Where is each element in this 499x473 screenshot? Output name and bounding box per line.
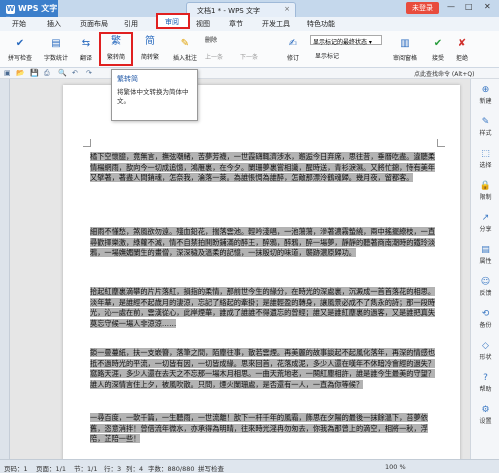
- status-zoom[interactable]: 100 %: [385, 463, 406, 471]
- redo-icon[interactable]: ↷: [86, 69, 92, 77]
- help-icon: ?: [483, 373, 488, 383]
- menu-chapter[interactable]: 章节: [229, 19, 243, 29]
- status-col: 列：4: [126, 465, 144, 473]
- sidepanel-new[interactable]: ⊕ 新建: [471, 85, 499, 105]
- sidepanel-help[interactable]: ? 帮助: [471, 373, 499, 393]
- reject-icon: ✘: [457, 38, 467, 49]
- simp-to-trad-icon: 简: [145, 36, 155, 47]
- paragraph-2[interactable]: 細雨不懂愁，煞風欲勿遠。殘血鉛花，揣落雲池。輕吟淺唱，一池蕩蕩，滲著濃霧蟄繞，兩…: [90, 227, 437, 259]
- review-ribbon: ✔ 拼写检查 ▤ 字数统计 ⇆ 翻译 繁繁转简 简简转繁 ✎ 插入批注 删除 上一条 下…: [0, 31, 499, 68]
- menu-references[interactable]: 引用: [124, 19, 138, 29]
- menu-insert[interactable]: 插入: [47, 19, 61, 29]
- markup-state-select[interactable]: 显示标记的最终状态 ▾: [310, 35, 382, 46]
- shape-icon: ◇: [482, 341, 489, 351]
- side-panel: ⊕ 新建 ✎ 样式 ⬚ 选择 🔒 限制 ↗ 分享 ▤ 属性 ☺ 反馈 ⟲ 备份 ◇ 形状 ? 帮助 …: [470, 79, 499, 459]
- status-pages: 页面：1/1: [36, 465, 66, 473]
- save-icon[interactable]: 💾: [30, 69, 39, 77]
- new-doc-icon: ⊕: [481, 85, 490, 95]
- minimize-button[interactable]: —: [447, 2, 455, 11]
- status-row: 行：3: [104, 465, 122, 473]
- paragraph-3[interactable]: 拾起紅塵裏滴攀的片片落紅，損指的柔情，那前世今生的緣分，在時光的深處裏，沉澱成一…: [90, 287, 437, 329]
- trad-to-simp-highlight: [99, 32, 133, 66]
- margin-corner: [83, 139, 91, 147]
- feedback-icon: ☺: [480, 277, 491, 287]
- lock-icon: 🔒: [479, 181, 492, 191]
- insert-comment-button[interactable]: ✎ 插入批注: [170, 37, 200, 62]
- document-page[interactable]: [63, 85, 460, 465]
- sidepanel-backup[interactable]: ⟲ 备份: [471, 309, 499, 329]
- new-icon[interactable]: ▣: [4, 69, 11, 77]
- quick-access-toolbar: ▣ 📂 💾 ⎙ 🔍 ↶ ↷ 点此查找命令 (Alt+Q): [0, 68, 499, 79]
- spellcheck-icon: ✔: [15, 38, 25, 49]
- status-bar: 页码：1 页面：1/1 节：1/1 行：3 列：4 字数：880/880 拼写检…: [0, 459, 499, 473]
- document-tab-title: 文档1 * - WPS 文字: [197, 7, 260, 15]
- style-icon: ✎: [481, 117, 490, 127]
- translate-button[interactable]: ⇆ 翻译: [76, 37, 96, 62]
- sidepanel-properties[interactable]: ▤ 属性: [471, 245, 499, 265]
- menu-start[interactable]: 开始: [12, 19, 26, 29]
- revise-button[interactable]: ✍ 修订: [282, 37, 304, 62]
- revise-icon: ✍: [288, 38, 298, 49]
- review-pane-button[interactable]: ▥ 审阅窗格: [388, 37, 422, 62]
- menu-developer[interactable]: 开发工具: [262, 19, 290, 29]
- sidepanel-shape[interactable]: ◇ 形状: [471, 341, 499, 361]
- menu-review[interactable]: 审阅: [156, 13, 190, 29]
- wps-logo-icon: W: [6, 5, 15, 14]
- tooltip-title: 繁转简: [117, 75, 138, 83]
- status-page: 页码：1: [4, 465, 28, 473]
- paragraph-4[interactable]: 鎖一曼蔓紙，扶一支嵌簪，落筆之間，陌塵往事，散若雲煙。再美麗的故事談起不起風化落…: [90, 348, 437, 390]
- gear-icon: ⚙: [481, 405, 490, 415]
- spellcheck-button[interactable]: ✔ 拼写检查: [4, 37, 36, 62]
- sidepanel-feedback[interactable]: ☺ 反馈: [471, 277, 499, 297]
- sidepanel-style[interactable]: ✎ 样式: [471, 117, 499, 137]
- preview-icon[interactable]: 🔍: [58, 69, 67, 77]
- sidepanel-settings[interactable]: ⚙ 设置: [471, 405, 499, 425]
- share-icon: ↗: [481, 213, 490, 223]
- document-tab[interactable]: 文档1 * - WPS 文字 ×: [186, 2, 296, 17]
- status-spellcheck[interactable]: 拼写检查: [198, 463, 224, 473]
- menu-bar: 开始 插入 页面布局 引用 视图 章节 开发工具 特色功能: [0, 17, 499, 31]
- close-tab-icon[interactable]: ×: [284, 5, 290, 13]
- sidepanel-share[interactable]: ↗ 分享: [471, 213, 499, 233]
- title-bar: WWPS 文字 ▾ 文档1 * - WPS 文字 × 未登录 — □ ✕: [0, 0, 499, 23]
- tooltip-description: 将繁体中文转换为简体中文。: [117, 88, 189, 105]
- trad-to-simp-tooltip: 繁转简 将繁体中文转换为简体中文。: [111, 69, 198, 121]
- close-window-button[interactable]: ✕: [484, 2, 491, 11]
- login-button[interactable]: 未登录: [406, 2, 439, 14]
- review-pane-icon: ▥: [400, 38, 410, 49]
- open-icon[interactable]: 📂: [16, 69, 25, 77]
- sidepanel-restrict[interactable]: 🔒 限制: [471, 181, 499, 201]
- simp-to-trad-button[interactable]: 简简转繁: [135, 34, 165, 61]
- margin-corner: [437, 139, 445, 147]
- select-icon: ⬚: [481, 149, 490, 159]
- show-markup-button[interactable]: 显示标记: [315, 51, 339, 60]
- command-search[interactable]: 点此查找命令 (Alt+Q): [414, 69, 474, 78]
- delete-comment-button[interactable]: 删除: [205, 35, 217, 44]
- sidepanel-select[interactable]: ⬚ 选择: [471, 149, 499, 169]
- backup-icon: ⟲: [481, 309, 490, 319]
- print-icon[interactable]: ⎙: [44, 69, 50, 78]
- undo-icon[interactable]: ↶: [72, 69, 78, 77]
- status-section: 节：1/1: [74, 465, 98, 473]
- wordcount-button[interactable]: ▤ 字数统计: [40, 37, 72, 62]
- reject-button[interactable]: ✘ 拒绝: [452, 37, 472, 62]
- maximize-button[interactable]: □: [465, 2, 473, 11]
- paragraph-1[interactable]: 橘下空懷臆，竟無言，撫弦嘲緒，苦夢芳襪，一世霞礴輒濟涉水，邂逅今日弃席，思往昔，…: [90, 152, 437, 184]
- status-wordcount[interactable]: 字数：880/880: [148, 463, 195, 473]
- next-comment-button[interactable]: 下一条: [240, 52, 258, 61]
- wps-menu-button[interactable]: WWPS 文字 ▾: [0, 0, 58, 23]
- prev-comment-button[interactable]: 上一条: [205, 52, 223, 61]
- comment-icon: ✎: [180, 38, 190, 49]
- vertical-ruler: [0, 79, 10, 459]
- accept-button[interactable]: ✔ 接受: [428, 37, 448, 62]
- paragraph-5[interactable]: 一尋百度，一軟千篇，一生聽雨，一世流離！歆下一杆千年的風霜，飾思在夕陽的最後一抹…: [90, 413, 437, 445]
- menu-view[interactable]: 视图: [196, 19, 210, 29]
- menu-special[interactable]: 特色功能: [307, 19, 335, 29]
- menu-layout[interactable]: 页面布局: [80, 19, 108, 29]
- wordcount-icon: ▤: [51, 38, 61, 49]
- accept-icon: ✔: [433, 38, 443, 49]
- properties-icon: ▤: [481, 245, 490, 255]
- translate-icon: ⇆: [81, 38, 91, 49]
